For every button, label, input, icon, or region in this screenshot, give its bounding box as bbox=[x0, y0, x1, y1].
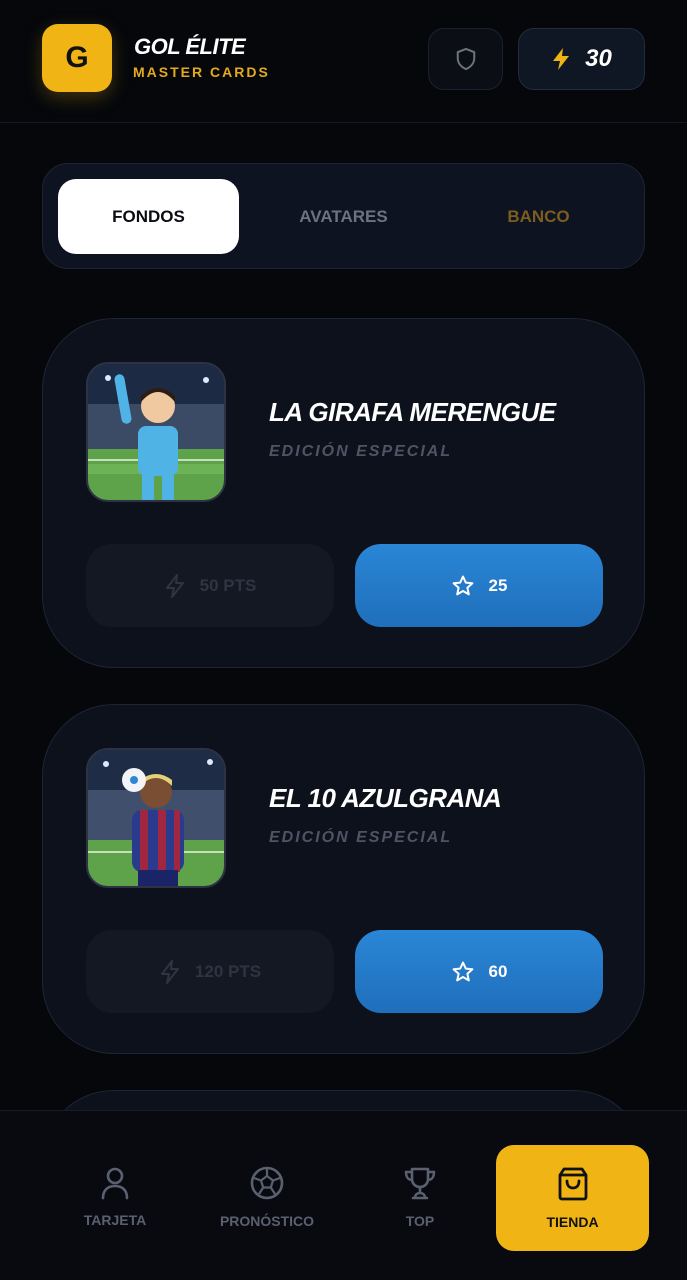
app-logo: G bbox=[42, 24, 112, 92]
nav-label: TARJETA bbox=[83, 1212, 147, 1228]
nav-tienda[interactable]: TIENDA bbox=[496, 1145, 649, 1251]
stars-price: 25 bbox=[488, 575, 508, 595]
product-card: LA GIRAFA MERENGUE EDICIÓN ESPECIAL 50 P… bbox=[42, 318, 645, 668]
buy-with-stars-button[interactable]: 60 bbox=[355, 930, 603, 1013]
tab-avatares[interactable]: AVATARES bbox=[253, 179, 434, 254]
star-icon bbox=[452, 575, 473, 595]
lightning-icon bbox=[160, 959, 179, 984]
product-title: EL 10 AZULGRANA bbox=[269, 783, 502, 813]
nav-tarjeta[interactable]: TARJETA bbox=[40, 1143, 190, 1251]
buy-with-points-button[interactable]: 120 PTS bbox=[86, 930, 334, 1013]
points-price: 50 PTS bbox=[199, 575, 257, 595]
nav-label: TIENDA bbox=[546, 1214, 599, 1230]
product-thumbnail bbox=[86, 362, 226, 502]
nav-top[interactable]: TOP bbox=[345, 1143, 495, 1251]
bottom-navigation: TARJETA PRONÓSTICO TOP TIENDA bbox=[0, 1110, 687, 1280]
trophy-icon bbox=[404, 1167, 436, 1200]
lightning-icon bbox=[553, 48, 570, 70]
ball-icon bbox=[250, 1166, 284, 1200]
lightning-icon bbox=[165, 573, 184, 598]
buy-with-stars-button[interactable]: 25 bbox=[355, 544, 603, 627]
points-value: 30 bbox=[585, 45, 612, 72]
star-icon bbox=[452, 961, 473, 981]
shop-tabs: FONDOS AVATARES BANCO bbox=[42, 163, 645, 269]
stars-price: 60 bbox=[488, 961, 508, 981]
nav-label: TOP bbox=[405, 1213, 435, 1229]
product-card: EL 10 AZULGRANA EDICIÓN ESPECIAL 120 PTS… bbox=[42, 704, 645, 1054]
product-subtitle: EDICIÓN ESPECIAL bbox=[269, 829, 453, 846]
shield-button[interactable] bbox=[428, 28, 503, 90]
tab-banco[interactable]: BANCO bbox=[448, 179, 629, 254]
brand-subtitle: MASTER CARDS bbox=[133, 64, 270, 80]
brand-title: GOL ÉLITE bbox=[134, 34, 246, 59]
nav-label: PRONÓSTICO bbox=[219, 1213, 315, 1229]
product-thumbnail bbox=[86, 748, 226, 888]
nav-pronostico[interactable]: PRONÓSTICO bbox=[192, 1143, 342, 1251]
buy-with-points-button[interactable]: 50 PTS bbox=[86, 544, 334, 627]
shopping-bag-icon bbox=[558, 1167, 587, 1201]
user-icon bbox=[101, 1167, 129, 1200]
app-header: G GOL ÉLITE MASTER CARDS 30 bbox=[0, 0, 687, 123]
product-subtitle: EDICIÓN ESPECIAL bbox=[269, 443, 453, 460]
product-title: LA GIRAFA MERENGUE bbox=[269, 397, 556, 427]
points-balance-button[interactable]: 30 bbox=[518, 28, 645, 90]
shield-icon bbox=[456, 47, 475, 71]
tab-fondos[interactable]: FONDOS bbox=[58, 179, 239, 254]
points-price: 120 PTS bbox=[194, 961, 262, 981]
